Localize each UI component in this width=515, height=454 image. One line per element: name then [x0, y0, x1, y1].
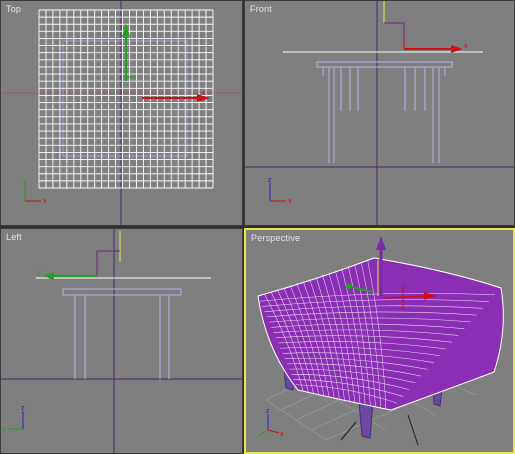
tripod-z-label: z: [266, 408, 270, 415]
axis-tripod-icon: z y: [2, 405, 25, 433]
viewport-front[interactable]: Front x z x: [244, 0, 515, 226]
tripod-x-label: x: [43, 198, 47, 205]
viewport-left[interactable]: Left y z y: [0, 228, 243, 454]
axis-tripod-icon: z x: [268, 177, 292, 205]
gizmo-y-label: y: [37, 270, 41, 277]
top-view-canvas: x y x: [1, 1, 242, 225]
gizmo-x-label: x: [464, 43, 468, 50]
tripod-y-label: y: [2, 426, 6, 433]
front-view-canvas: x z x: [245, 1, 514, 225]
tripod-z-label: z: [268, 177, 272, 184]
tripod-x-label: x: [280, 431, 284, 438]
table-leg-front: [358, 401, 374, 439]
transform-gizmo-icon[interactable]: x: [122, 23, 210, 102]
axis-tripod-icon: z x: [257, 408, 284, 438]
gizmo-x-label: x: [202, 90, 206, 97]
tripod-x-label: x: [288, 198, 292, 205]
table-legs: [322, 67, 446, 163]
transform-gizmo-icon[interactable]: y: [37, 231, 121, 280]
table-legs: [74, 295, 170, 379]
tripod-z-label: z: [21, 405, 25, 412]
transform-gizmo-icon[interactable]: x: [383, 1, 468, 53]
viewport-top[interactable]: Top x y x: [0, 0, 243, 226]
perspective-view-canvas: z x: [257, 236, 504, 446]
viewport-perspective[interactable]: Perspective z x: [244, 228, 515, 454]
tripod-y-label: y: [23, 177, 27, 184]
left-view-canvas: y z y: [1, 229, 242, 453]
